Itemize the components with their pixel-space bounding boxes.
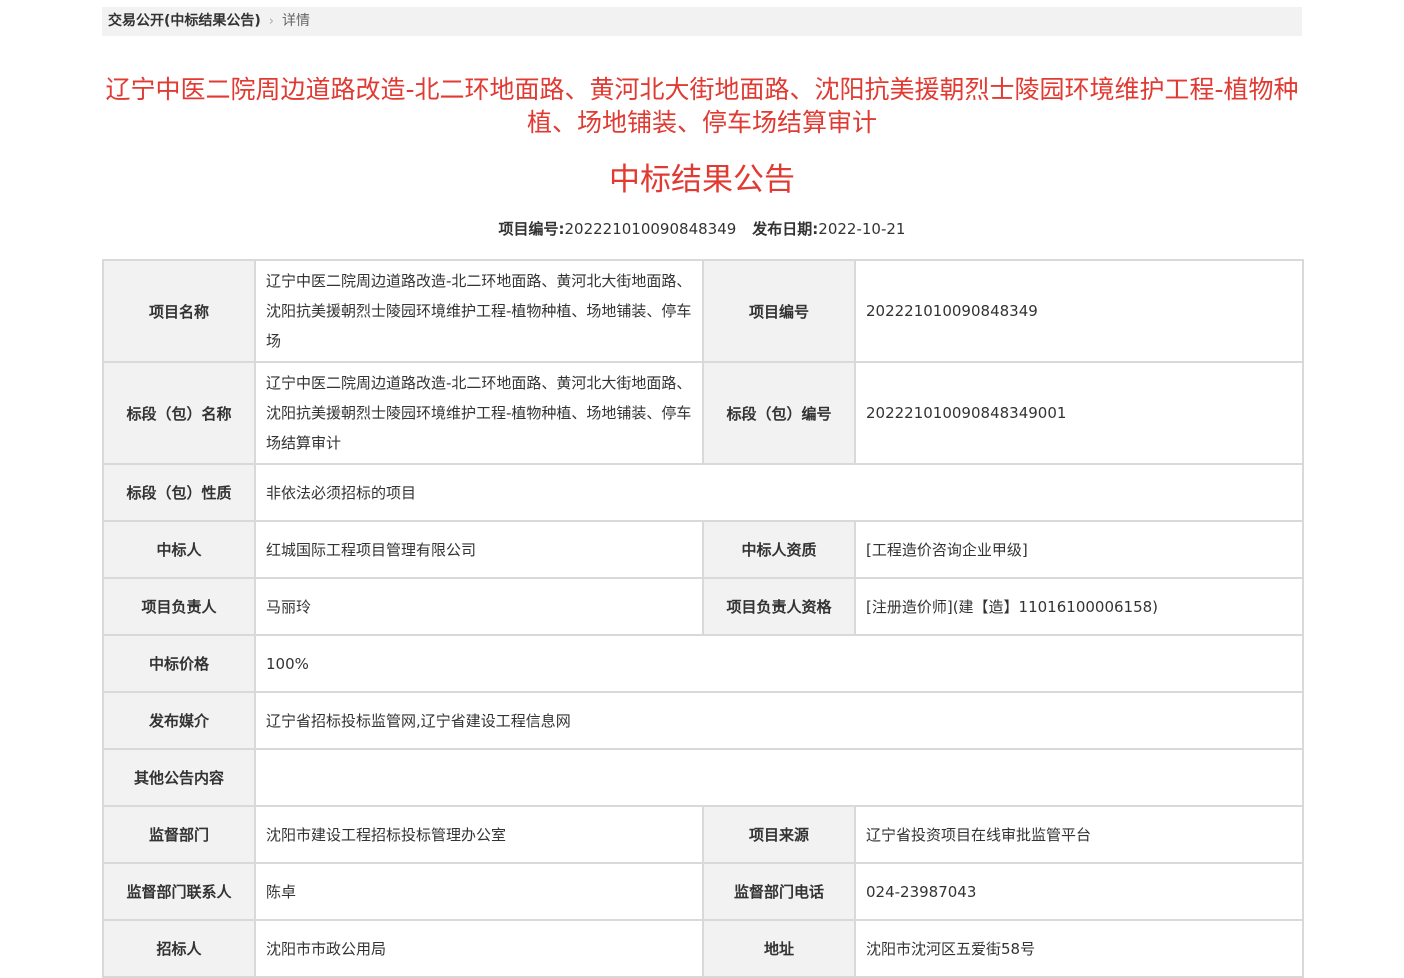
table-row: 项目负责人 马丽玲 项目负责人资格 [注册造价师](建【造】1101610000… — [102, 577, 1304, 636]
row-value: [工程造价咨询企业甲级] — [854, 520, 1304, 579]
row-value — [254, 748, 1304, 807]
table-row: 监督部门联系人 陈卓 监督部门电话 024-23987043 — [102, 862, 1304, 921]
row-value: 辽宁中医二院周边道路改造-北二环地面路、黄河北大街地面路、沈阳抗美援朝烈士陵园环… — [254, 259, 704, 363]
row-label: 项目负责人 — [102, 577, 256, 636]
table-row: 中标价格 100% — [102, 634, 1304, 693]
announcement-heading: 中标结果公告 — [609, 162, 795, 198]
row-label: 监督部门电话 — [702, 862, 856, 921]
row-label: 其他公告内容 — [102, 748, 256, 807]
row-value: 沈阳市建设工程招标投标管理办公室 — [254, 805, 704, 864]
row-label: 项目来源 — [702, 805, 856, 864]
row-label: 中标人资质 — [702, 520, 856, 579]
row-value: 辽宁中医二院周边道路改造-北二环地面路、黄河北大街地面路、沈阳抗美援朝烈士陵园环… — [254, 361, 704, 465]
row-label: 发布媒介 — [102, 691, 256, 750]
table-row: 项目名称 辽宁中医二院周边道路改造-北二环地面路、黄河北大街地面路、沈阳抗美援朝… — [102, 259, 1304, 363]
row-value: 陈卓 — [254, 862, 704, 921]
row-label: 招标人 — [102, 919, 256, 978]
row-label: 项目编号 — [702, 259, 856, 363]
project-no-value: 202221010090848349 — [564, 220, 737, 238]
row-label: 项目名称 — [102, 259, 256, 363]
row-value: [注册造价师](建【造】11016100006158) — [854, 577, 1304, 636]
table-row: 监督部门 沈阳市建设工程招标投标管理办公室 项目来源 辽宁省投资项目在线审批监管… — [102, 805, 1304, 864]
row-label: 监督部门联系人 — [102, 862, 256, 921]
table-row: 标段（包）性质 非依法必须招标的项目 — [102, 463, 1304, 522]
page-title: 辽宁中医二院周边道路改造-北二环地面路、黄河北大街地面路、沈阳抗美援朝烈士陵园环… — [105, 75, 1299, 137]
table-row: 中标人 红城国际工程项目管理有限公司 中标人资质 [工程造价咨询企业甲级] — [102, 520, 1304, 579]
row-value: 024-23987043 — [854, 862, 1304, 921]
row-value: 马丽玲 — [254, 577, 704, 636]
publish-date-value: 2022-10-21 — [818, 220, 906, 238]
result-table: 项目名称 辽宁中医二院周边道路改造-北二环地面路、黄河北大街地面路、沈阳抗美援朝… — [102, 259, 1304, 978]
breadcrumb-current: 详情 — [282, 13, 310, 29]
row-value: 202221010090848349 — [854, 259, 1304, 363]
row-label: 监督部门 — [102, 805, 256, 864]
row-value: 红城国际工程项目管理有限公司 — [254, 520, 704, 579]
row-label: 标段（包）编号 — [702, 361, 856, 465]
row-value: 非依法必须招标的项目 — [254, 463, 1304, 522]
table-row: 招标人 沈阳市市政公用局 地址 沈阳市沈河区五爱街58号 — [102, 919, 1304, 978]
row-label: 中标人 — [102, 520, 256, 579]
announcement-meta: 项目编号:202221010090848349 发布日期:2022-10-21 — [102, 219, 1302, 239]
row-value: 沈阳市市政公用局 — [254, 919, 704, 978]
row-label: 项目负责人资格 — [702, 577, 856, 636]
row-value: 辽宁省招标投标监管网,辽宁省建设工程信息网 — [254, 691, 1304, 750]
row-label: 标段（包）名称 — [102, 361, 256, 465]
breadcrumb: 交易公开(中标结果公告) › 详情 — [102, 7, 1302, 36]
row-label: 地址 — [702, 919, 856, 978]
row-value: 沈阳市沈河区五爱街58号 — [854, 919, 1304, 978]
breadcrumb-link-bid-results[interactable]: 交易公开(中标结果公告) — [108, 13, 261, 29]
row-value: 100% — [254, 634, 1304, 693]
table-row: 发布媒介 辽宁省招标投标监管网,辽宁省建设工程信息网 — [102, 691, 1304, 750]
row-value: 辽宁省投资项目在线审批监管平台 — [854, 805, 1304, 864]
table-row: 标段（包）名称 辽宁中医二院周边道路改造-北二环地面路、黄河北大街地面路、沈阳抗… — [102, 361, 1304, 465]
publish-date-label: 发布日期: — [752, 220, 819, 238]
row-label: 中标价格 — [102, 634, 256, 693]
chevron-right-icon: › — [268, 14, 274, 29]
row-value: 202221010090848349001 — [854, 361, 1304, 465]
row-label: 标段（包）性质 — [102, 463, 256, 522]
table-row: 其他公告内容 — [102, 748, 1304, 807]
project-no-label: 项目编号: — [498, 220, 565, 238]
